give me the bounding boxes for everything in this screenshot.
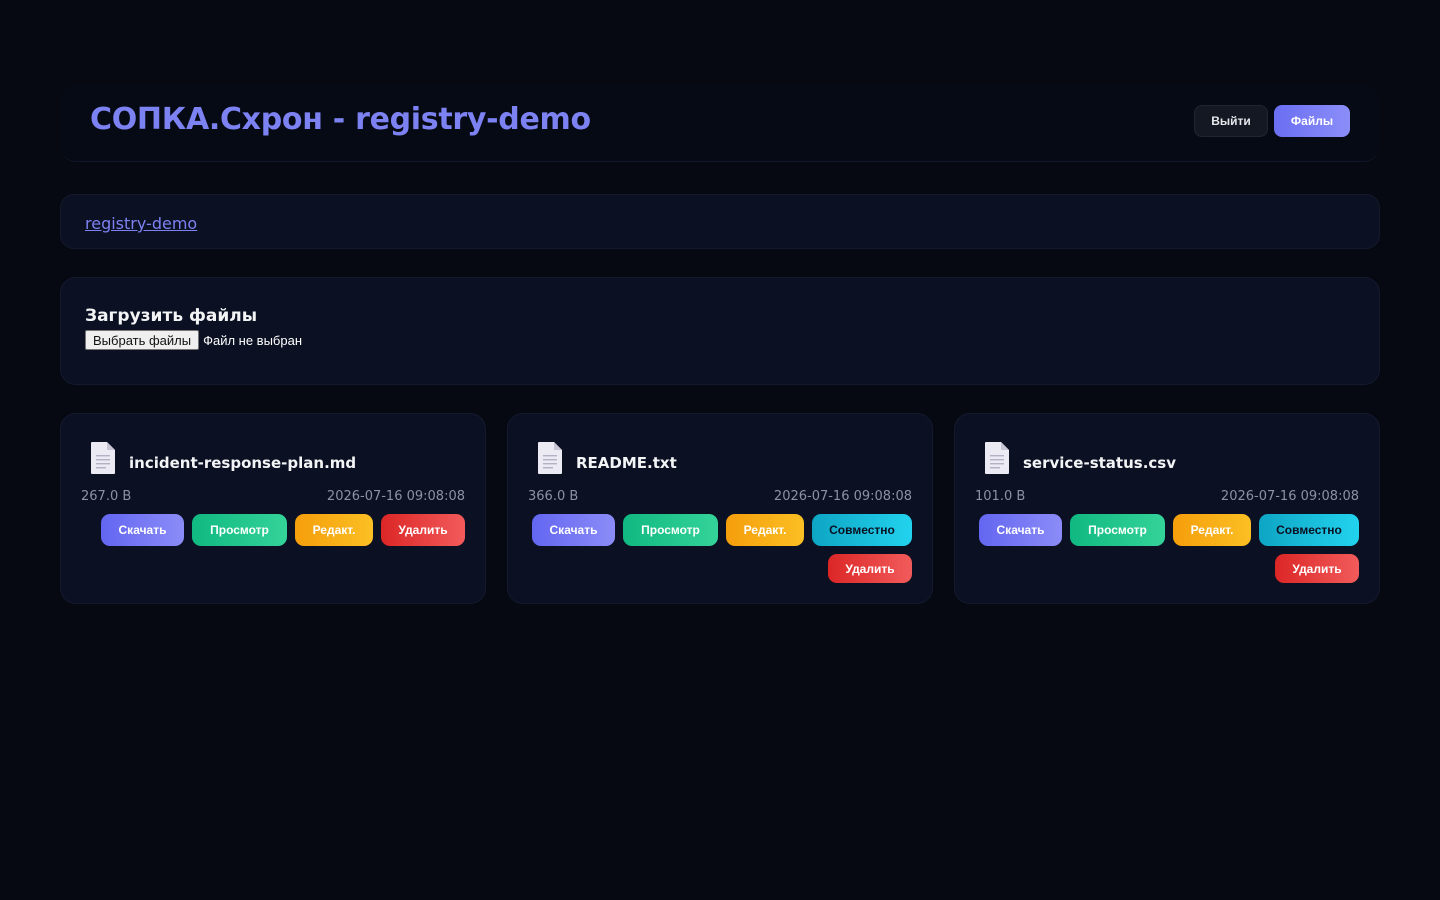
- document-icon: [91, 442, 115, 474]
- file-size: 101.0 B: [975, 489, 1026, 504]
- choose-files-button[interactable]: Выбрать файлы: [85, 330, 200, 350]
- download-button[interactable]: Скачать: [101, 514, 184, 546]
- file-card: service-status.csv 101.0 B 2026-07-16 09…: [954, 413, 1380, 604]
- file-size: 366.0 B: [528, 489, 579, 504]
- edit-button[interactable]: Редакт.: [726, 514, 804, 546]
- logout-button[interactable]: Выйти: [1194, 105, 1268, 137]
- file-name: incident-response-plan.md: [129, 454, 357, 472]
- page-title: СОПКА.Схрон - registry-demo: [90, 102, 591, 137]
- upload-panel: Загрузить файлы Выбрать файлы Файл не вы…: [60, 277, 1380, 385]
- file-actions: Скачать Просмотр Редакт. Совместно Удали…: [532, 514, 912, 583]
- document-icon: [985, 442, 1009, 474]
- document-icon: [538, 442, 562, 474]
- files-button[interactable]: Файлы: [1274, 105, 1350, 137]
- edit-button[interactable]: Редакт.: [295, 514, 373, 546]
- file-name: README.txt: [576, 454, 677, 472]
- view-button[interactable]: Просмотр: [1070, 514, 1165, 546]
- view-button[interactable]: Просмотр: [192, 514, 287, 546]
- breadcrumb: registry-demo: [60, 194, 1380, 249]
- file-input[interactable]: Выбрать файлы Файл не выбран: [85, 330, 302, 350]
- upload-title: Загрузить файлы: [85, 306, 258, 326]
- delete-button[interactable]: Удалить: [1275, 554, 1359, 583]
- delete-button[interactable]: Удалить: [828, 554, 912, 583]
- header-actions: Выйти Файлы: [1194, 105, 1350, 137]
- file-actions: Скачать Просмотр Редакт. Удалить: [85, 514, 465, 546]
- download-button[interactable]: Скачать: [979, 514, 1062, 546]
- header: СОПКА.Схрон - registry-demo Выйти Файлы: [60, 84, 1380, 162]
- share-button[interactable]: Совместно: [1259, 514, 1359, 546]
- delete-button[interactable]: Удалить: [381, 514, 465, 546]
- no-file-label: Файл не выбран: [203, 332, 303, 348]
- file-date: 2026-07-16 09:08:08: [326, 489, 465, 504]
- view-button[interactable]: Просмотр: [623, 514, 718, 546]
- file-actions: Скачать Просмотр Редакт. Совместно Удали…: [979, 514, 1359, 583]
- breadcrumb-link-registry[interactable]: registry-demo: [85, 214, 197, 233]
- file-size: 267.0 B: [81, 489, 132, 504]
- file-card: README.txt 366.0 B 2026-07-16 09:08:08 С…: [507, 413, 933, 604]
- download-button[interactable]: Скачать: [532, 514, 615, 546]
- edit-button[interactable]: Редакт.: [1173, 514, 1251, 546]
- share-button[interactable]: Совместно: [812, 514, 912, 546]
- page: СОПКА.Схрон - registry-demo Выйти Файлы …: [0, 0, 1440, 900]
- file-date: 2026-07-16 09:08:08: [1220, 489, 1359, 504]
- file-date: 2026-07-16 09:08:08: [773, 489, 912, 504]
- file-name: service-status.csv: [1023, 454, 1177, 472]
- file-card: incident-response-plan.md 267.0 B 2026-0…: [60, 413, 486, 604]
